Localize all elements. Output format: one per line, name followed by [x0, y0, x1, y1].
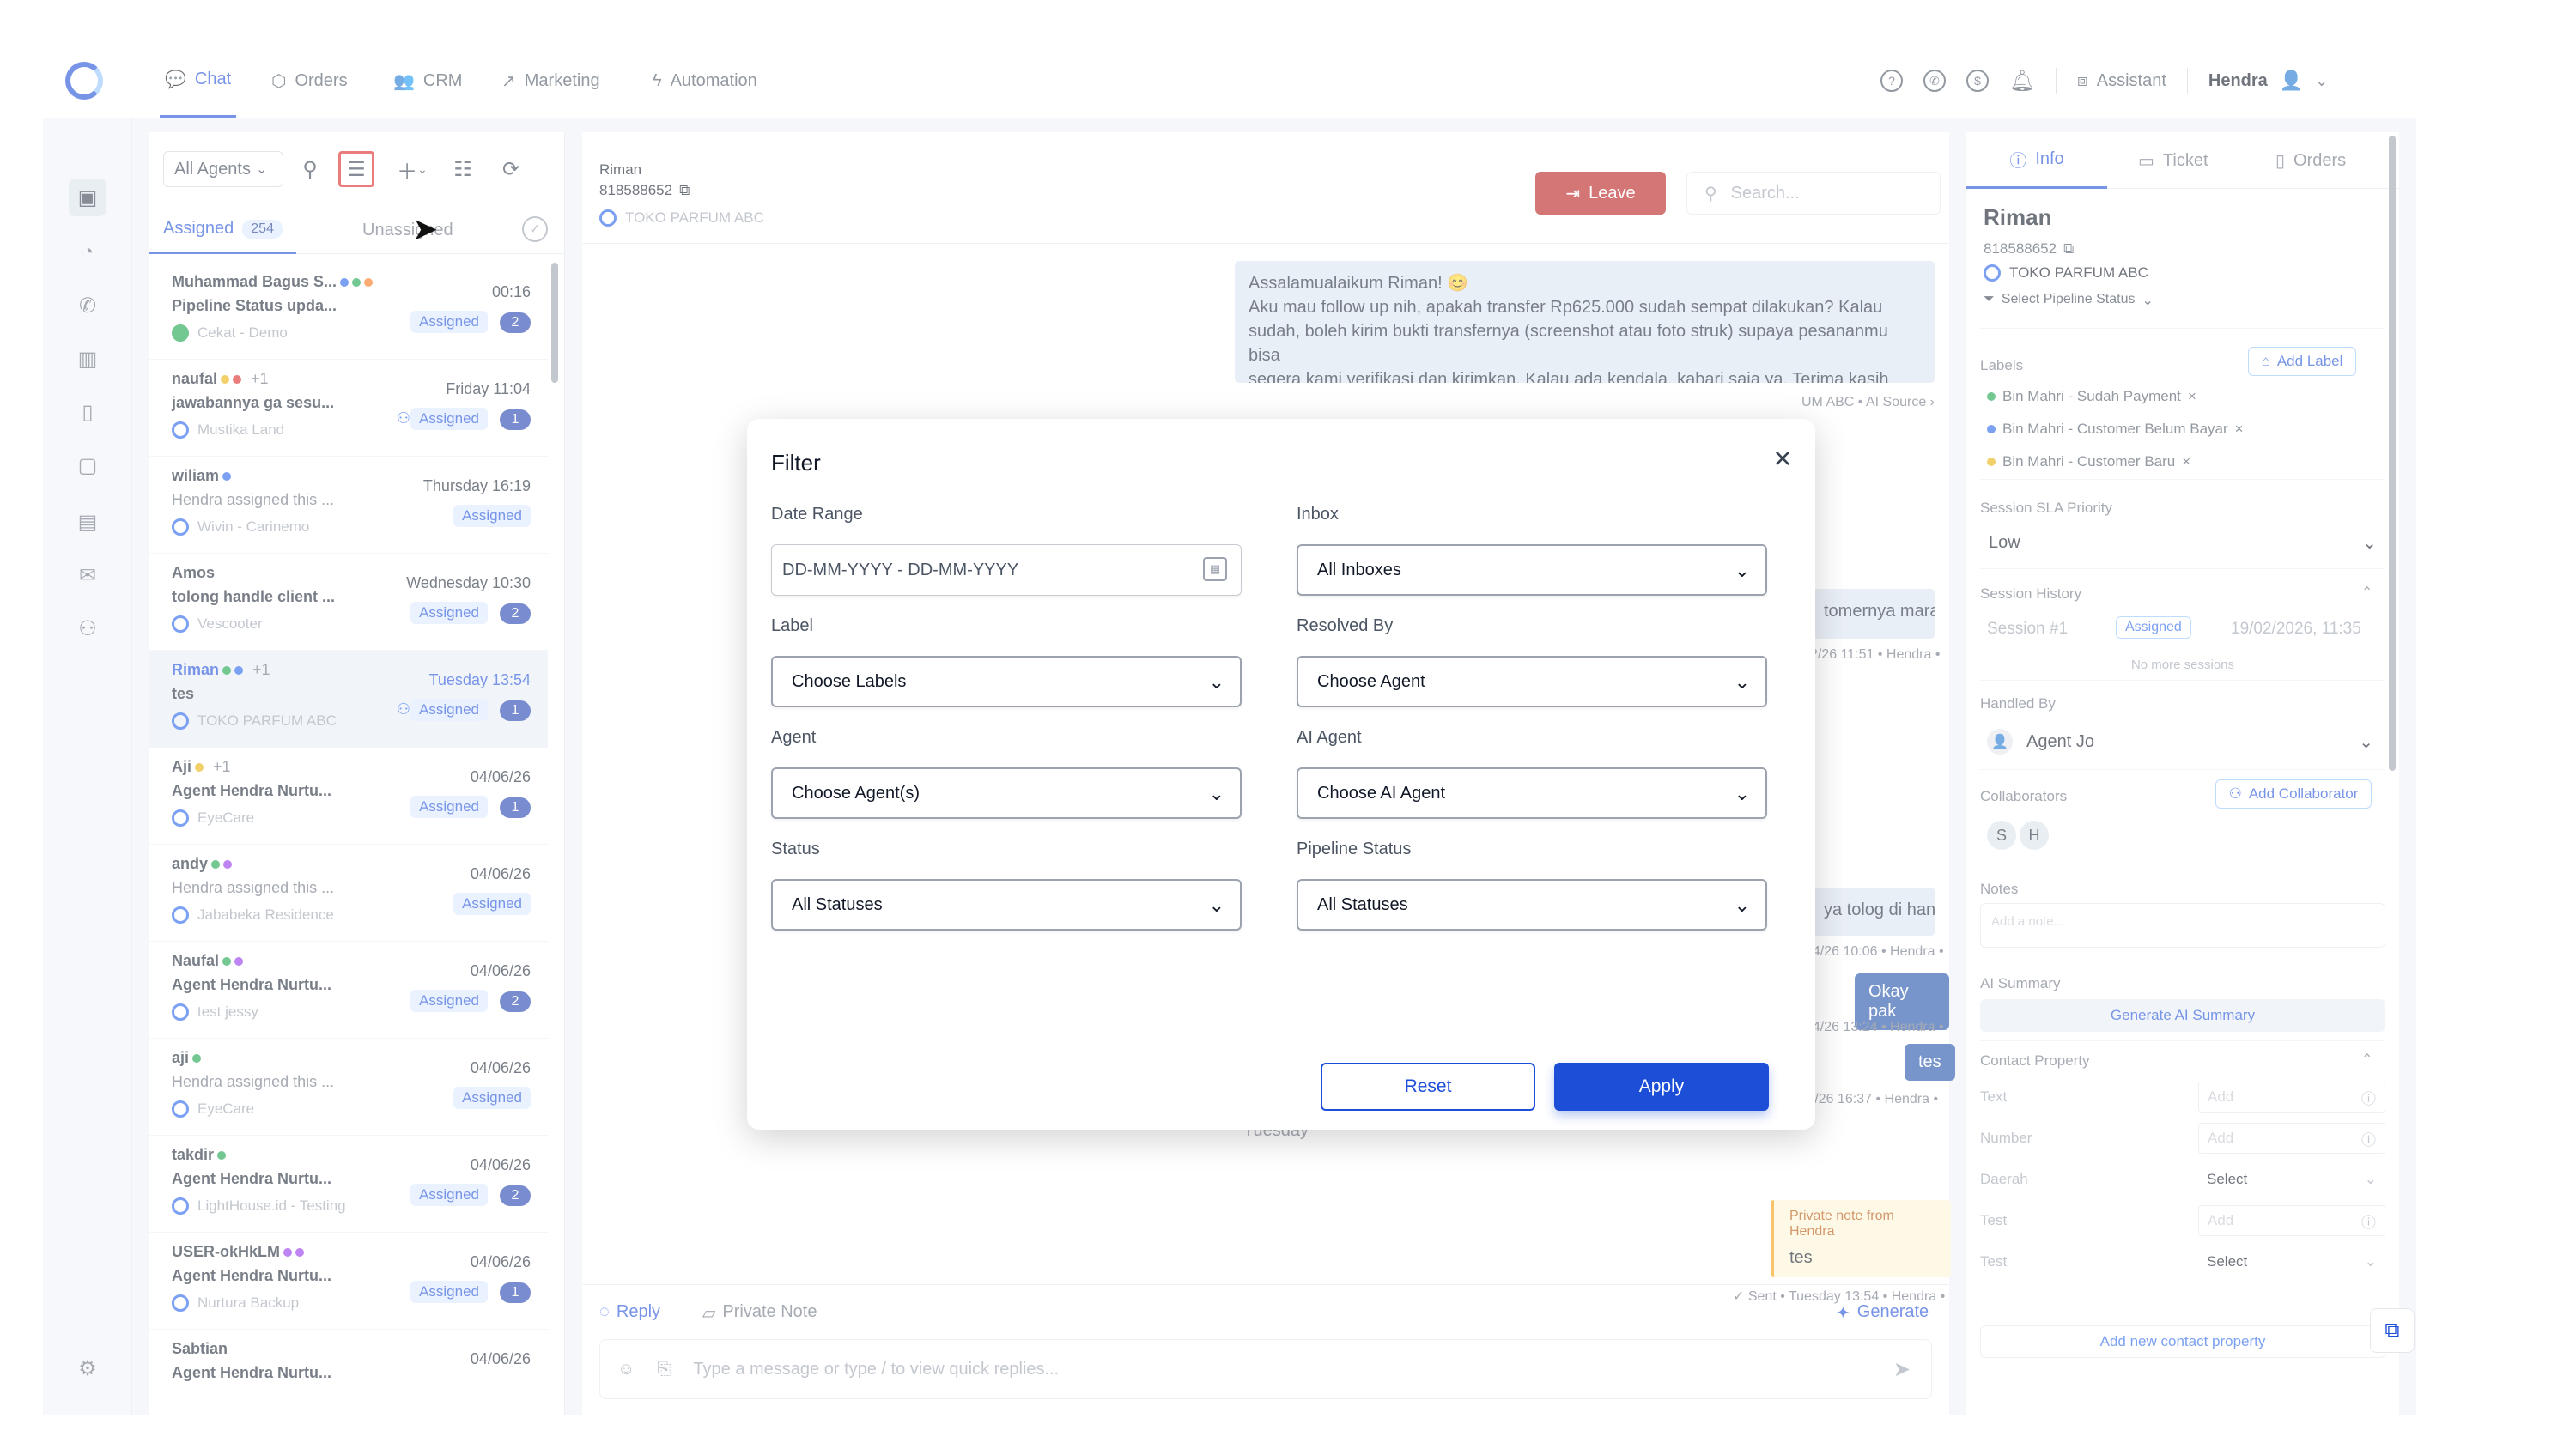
label-value: Choose Labels: [792, 671, 907, 691]
apply-button[interactable]: Apply: [1554, 1063, 1769, 1111]
modal-title: Filter: [771, 450, 821, 476]
date-range-label: Date Range: [771, 505, 863, 524]
app-window: 💬 Chat ⬡ Orders 👥 CRM ↗ Marketing ϟ Auto…: [43, 43, 2416, 1415]
date-range-input[interactable]: DD-MM-YYYY - DD-MM-YYYY ▦: [771, 544, 1242, 596]
label-filter-label: Label: [771, 616, 813, 635]
chevron-down-icon: ⌄: [1208, 894, 1224, 916]
ai-agent-select[interactable]: Choose AI Agent ⌄: [1297, 767, 1767, 819]
ai-agent-label: AI Agent: [1297, 728, 1362, 747]
mouse-pointer-icon: ➤: [412, 211, 439, 246]
status-label: Status: [771, 840, 820, 858]
pipeline-status-select[interactable]: All Statuses ⌄: [1297, 879, 1767, 931]
agent-label: Agent: [771, 728, 817, 747]
inbox-value: All Inboxes: [1317, 560, 1401, 579]
close-icon[interactable]: ×: [1765, 440, 1800, 476]
ai-agent-value: Choose AI Agent: [1317, 783, 1446, 803]
reset-button[interactable]: Reset: [1321, 1063, 1535, 1111]
chevron-down-icon: ⌄: [1734, 560, 1750, 581]
chevron-down-icon: ⌄: [1734, 783, 1750, 804]
widget-icon: ⧉: [2385, 1319, 2400, 1342]
filter-modal: Filter × Date Range DD-MM-YYYY - DD-MM-Y…: [747, 419, 1815, 1130]
pipeline-status-label: Pipeline Status: [1297, 840, 1412, 858]
date-range-placeholder: DD-MM-YYYY - DD-MM-YYYY: [782, 560, 1019, 579]
chevron-down-icon: ⌄: [1208, 783, 1224, 804]
pipeline-status-value: All Statuses: [1317, 894, 1408, 914]
resolved-by-value: Choose Agent: [1317, 671, 1425, 691]
agent-value: Choose Agent(s): [792, 783, 920, 803]
agent-select[interactable]: Choose Agent(s) ⌄: [771, 767, 1242, 819]
resolved-by-select[interactable]: Choose Agent ⌄: [1297, 656, 1767, 707]
chevron-down-icon: ⌄: [1734, 671, 1750, 693]
status-select[interactable]: All Statuses ⌄: [771, 879, 1242, 931]
floating-action-button[interactable]: ⧉: [2370, 1308, 2415, 1353]
calendar-icon[interactable]: ▦: [1203, 557, 1227, 581]
chevron-down-icon: ⌄: [1734, 894, 1750, 916]
resolved-by-label: Resolved By: [1297, 616, 1394, 635]
label-select[interactable]: Choose Labels ⌄: [771, 656, 1242, 707]
chevron-down-icon: ⌄: [1208, 671, 1224, 693]
inbox-select[interactable]: All Inboxes ⌄: [1297, 544, 1767, 596]
inbox-label: Inbox: [1297, 505, 1339, 524]
status-value: All Statuses: [792, 894, 883, 914]
